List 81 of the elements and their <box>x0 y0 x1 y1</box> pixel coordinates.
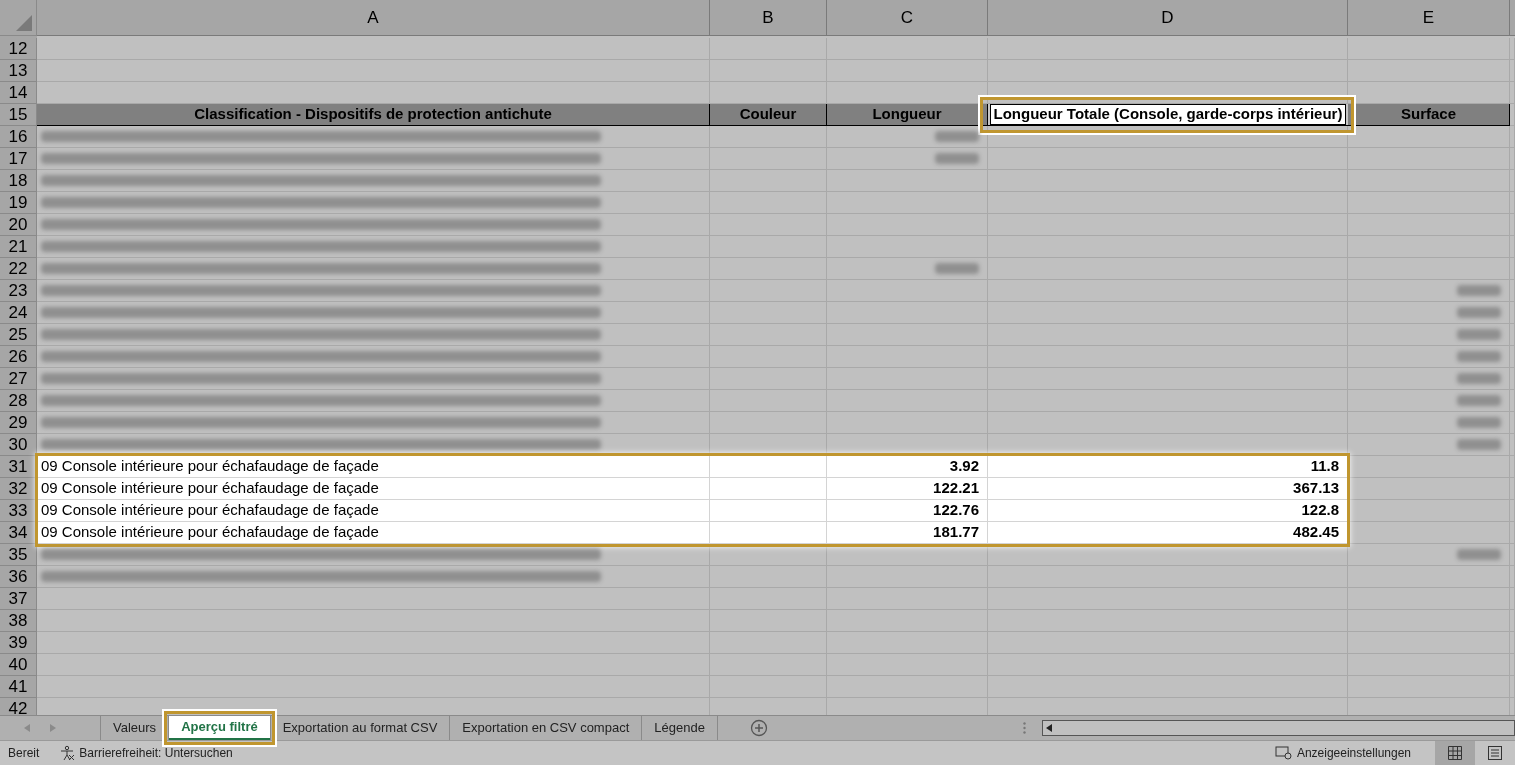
table-cell: 122.76 <box>827 500 988 522</box>
row-number: 42 <box>0 698 37 715</box>
table-cell: 11.8 <box>988 456 1348 478</box>
sheet-tab[interactable]: Exportation en CSV compact <box>450 716 642 740</box>
row-number: 30 <box>0 434 37 456</box>
sheet-tab[interactable]: Aperçu filtré <box>169 716 270 740</box>
blurred-text <box>1457 439 1501 450</box>
row-number: 20 <box>0 214 37 236</box>
column-letter[interactable]: D <box>988 0 1348 36</box>
column-letter[interactable]: E <box>1348 0 1510 36</box>
row-number: 41 <box>0 676 37 698</box>
display-settings-icon[interactable] <box>1274 746 1293 760</box>
column-header-cell-text: Longueur <box>871 104 943 125</box>
column-header-cell-text: Couleur <box>738 104 798 125</box>
table-cell: 09 Console intérieure pour échafaudage de façade <box>37 456 710 478</box>
row-number: 34 <box>0 522 37 544</box>
row-number: 27 <box>0 368 37 390</box>
row-number: 38 <box>0 610 37 632</box>
scroll-left-icon[interactable] <box>1045 724 1052 732</box>
table-cell: 09 Console intérieure pour échafaudage de façade <box>37 478 710 500</box>
column-letter[interactable]: A <box>37 0 710 36</box>
table-cell: 122.21 <box>827 478 988 500</box>
column-letter[interactable]: B <box>710 0 827 36</box>
row-number: 16 <box>0 126 37 148</box>
row-number: 13 <box>0 60 37 82</box>
table-cell: 482.45 <box>988 522 1348 544</box>
blurred-text <box>1457 329 1501 340</box>
row-number: 12 <box>0 38 37 60</box>
row-number: 35 <box>0 544 37 566</box>
row-number: 19 <box>0 192 37 214</box>
table-cell: 09 Console intérieure pour échafaudage de façade <box>37 500 710 522</box>
table-cell: 09 Console intérieure pour échafaudage de façade <box>37 522 710 544</box>
row-number: 31 <box>0 456 37 478</box>
blurred-text <box>1457 373 1501 384</box>
add-sheet-icon[interactable] <box>749 719 768 737</box>
row-number: 26 <box>0 346 37 368</box>
blurred-text <box>1457 307 1501 318</box>
row-number: 17 <box>0 148 37 170</box>
grid-view-icon[interactable] <box>1448 746 1462 760</box>
column-header-cell-text: Classification - Dispositifs de protection antichute <box>193 104 553 125</box>
blurred-text <box>935 153 979 164</box>
page-layout-icon[interactable] <box>1488 746 1502 760</box>
blurred-text <box>935 263 979 274</box>
row-number: 40 <box>0 654 37 676</box>
column-letter[interactable]: C <box>827 0 988 36</box>
blurred-text <box>1457 351 1501 362</box>
row-number: 29 <box>0 412 37 434</box>
row-number: 28 <box>0 390 37 412</box>
row-number: 18 <box>0 170 37 192</box>
row-number: 24 <box>0 302 37 324</box>
row-number: 22 <box>0 258 37 280</box>
blurred-text <box>1457 285 1501 296</box>
blurred-text <box>1457 549 1501 560</box>
row-number: 25 <box>0 324 37 346</box>
blurred-text <box>1457 417 1501 428</box>
horizontal-scrollbar[interactable] <box>1041 720 1515 736</box>
column-header-cell-text: Surface <box>1400 104 1457 125</box>
accessibility-icon[interactable] <box>59 745 76 761</box>
table-cell: 3.92 <box>827 456 988 478</box>
row-number: 39 <box>0 632 37 654</box>
table-cell: 367.13 <box>988 478 1348 500</box>
row-number: 36 <box>0 566 37 588</box>
row-number: 37 <box>0 588 37 610</box>
row-number: 33 <box>0 500 37 522</box>
splitter-handle-icon[interactable] <box>1022 722 1026 734</box>
row-number: 21 <box>0 236 37 258</box>
table-cell: 181.77 <box>827 522 988 544</box>
sheet-tab[interactable]: Valeurs <box>101 716 169 740</box>
row-number: 15 <box>0 104 37 126</box>
display-settings-button[interactable]: Anzeigeeinstellungen <box>1296 744 1411 762</box>
row-number: 14 <box>0 82 37 104</box>
blurred-text <box>1457 395 1501 406</box>
column-header-cell: Longueur Totale (Console, garde-corps intérieur) <box>990 104 1346 125</box>
sheet-tab[interactable]: Exportation au format CSV <box>270 716 450 740</box>
status-text: Bereit <box>7 745 41 762</box>
row-number: 23 <box>0 280 37 302</box>
sheet-tab[interactable]: Légende <box>642 716 717 740</box>
blurred-text <box>935 131 979 142</box>
table-cell: 122.8 <box>988 500 1348 522</box>
accessibility-status[interactable]: Barrierefreiheit: Untersuchen <box>79 744 233 762</box>
row-number: 32 <box>0 478 37 500</box>
